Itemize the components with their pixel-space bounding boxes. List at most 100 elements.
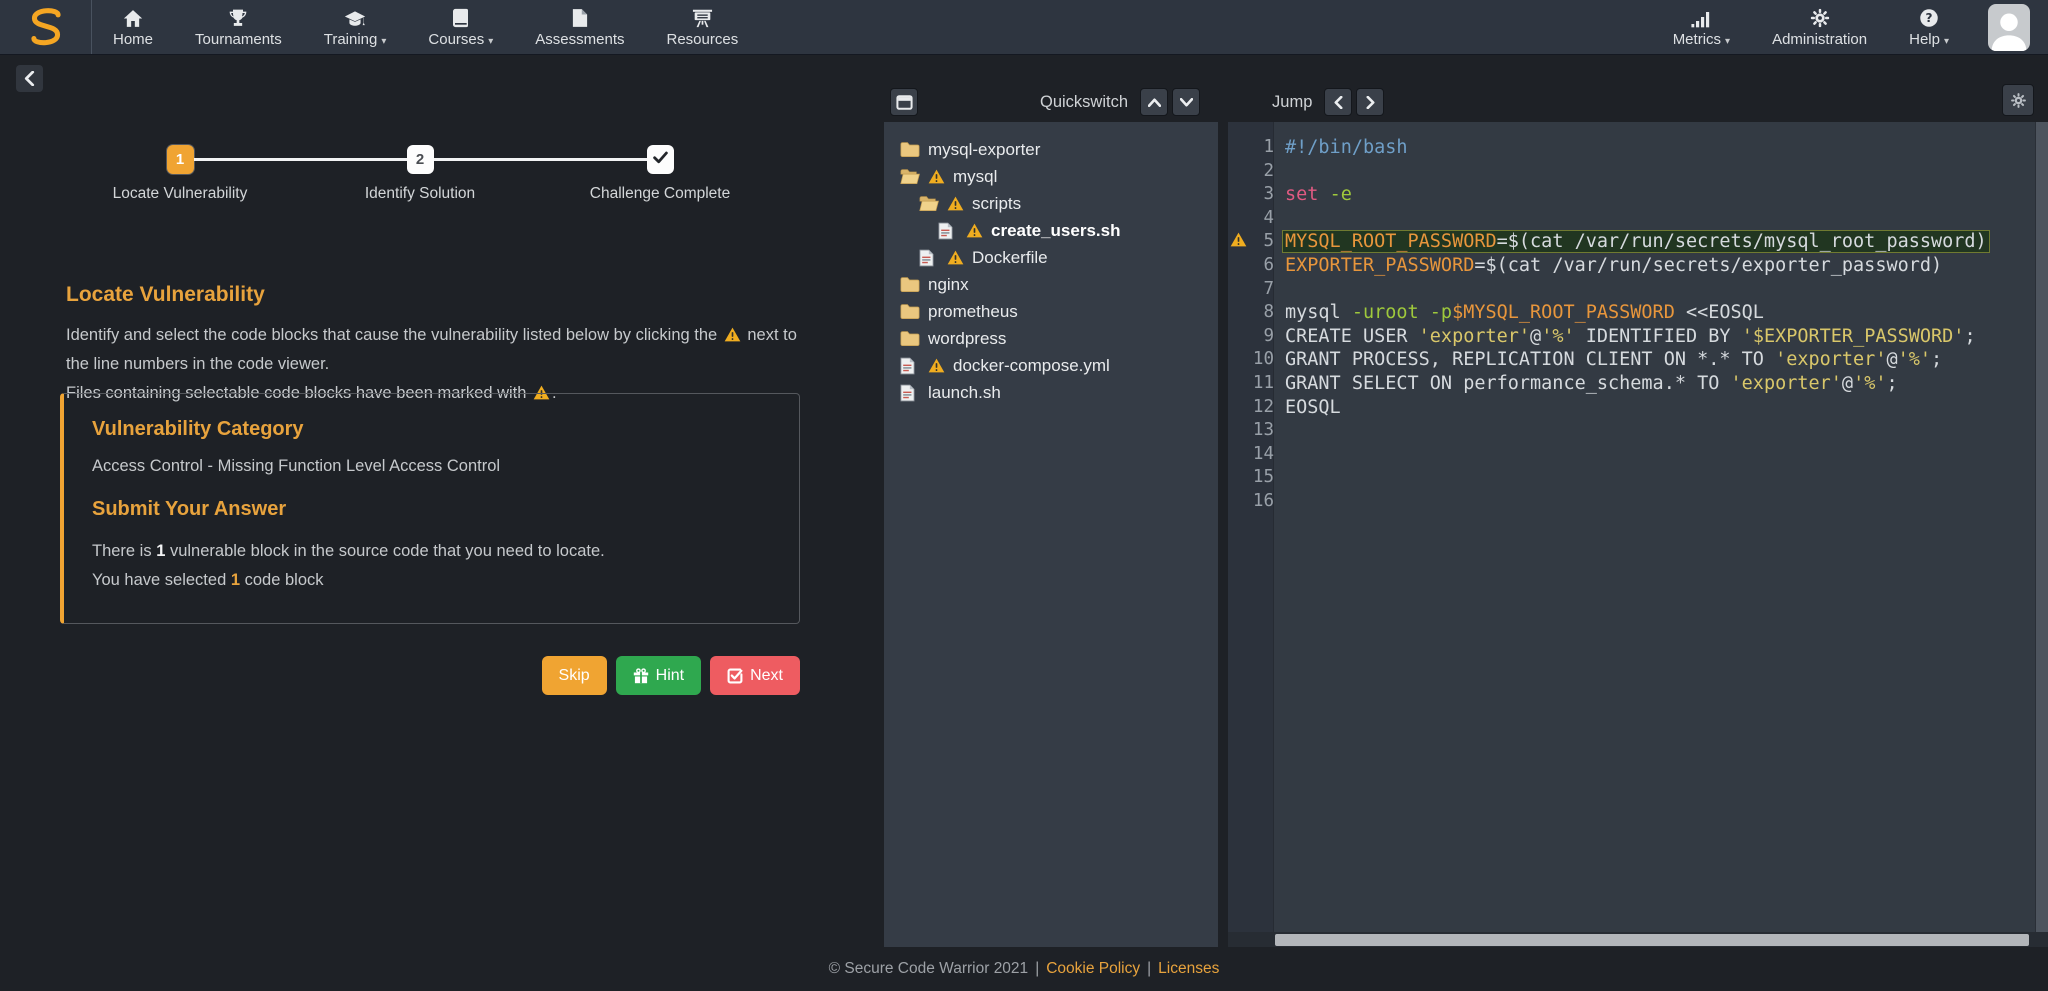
- nav-item-label: Administration: [1772, 31, 1867, 48]
- horizontal-scrollbar[interactable]: [1228, 932, 2048, 947]
- footer-separator: |: [1035, 960, 1039, 978]
- submit-line: There is 1 vulnerable block in the sourc…: [92, 537, 771, 566]
- avatar: [1988, 4, 2030, 51]
- window-icon: [896, 95, 913, 110]
- tree-item-label: launch.sh: [928, 383, 1001, 403]
- warning-icon: [724, 323, 741, 338]
- tree-item-scripts[interactable]: scripts: [900, 190, 1212, 217]
- code-line-13: 13: [1228, 419, 2048, 443]
- step-indicator: 2: [407, 145, 434, 174]
- gear-icon: [1810, 8, 1830, 28]
- step-label: Identify Solution: [365, 185, 475, 203]
- navbar-left-group: Home Tournaments Training▾ Courses▾ Assessme…: [92, 0, 759, 54]
- back-button[interactable]: [16, 65, 43, 92]
- folder-icon: [900, 303, 920, 321]
- line-number: 13: [1249, 419, 1274, 443]
- line-number: 14: [1249, 443, 1274, 467]
- code-line-16: 16: [1228, 490, 2048, 514]
- caret-down-icon: ▾: [381, 36, 386, 47]
- copyright-text: © Secure Code Warrior 2021: [829, 960, 1029, 978]
- hint-button[interactable]: Hint: [616, 656, 701, 695]
- warning-icon: [947, 196, 964, 211]
- line-number: 15: [1249, 466, 1274, 490]
- cookie-policy-link[interactable]: Cookie Policy: [1046, 960, 1140, 978]
- editor-settings-button[interactable]: [2002, 84, 2034, 116]
- nav-item-assessments[interactable]: Assessments: [514, 0, 645, 54]
- jump-label: Jump: [1272, 93, 1312, 112]
- code-workspace: Quickswitch Jump: [884, 55, 2048, 947]
- selectable-block-warning-icon[interactable]: [1230, 230, 1247, 254]
- tree-item-prometheus[interactable]: prometheus: [900, 298, 1212, 325]
- nav-item-label: Courses▾: [428, 31, 493, 48]
- panel-divider: [1218, 122, 1228, 947]
- line-number: 1: [1249, 136, 1274, 160]
- nav-item-label: Tournaments: [195, 31, 282, 48]
- graduation-cap-icon: [344, 8, 366, 28]
- workspace-toolbar: Quickswitch Jump: [884, 55, 2048, 122]
- nav-item-administration[interactable]: Administration: [1751, 0, 1888, 54]
- category-value: Access Control - Missing Function Level …: [92, 457, 771, 476]
- step-label: Locate Vulnerability: [113, 185, 248, 203]
- file-icon: [900, 357, 920, 375]
- nav-item-resources[interactable]: Resources: [646, 0, 760, 54]
- quickswitch-down-button[interactable]: [1172, 88, 1200, 116]
- tree-item-dockerfile[interactable]: Dockerfile: [900, 244, 1212, 271]
- line-number: 8: [1249, 301, 1274, 325]
- vulnerability-category-box: Vulnerability Category Access Control - …: [60, 393, 800, 624]
- skip-button[interactable]: Skip: [542, 656, 607, 695]
- chevron-up-icon: [1148, 98, 1161, 107]
- button-label: Hint: [656, 667, 684, 685]
- line-number: 10: [1249, 348, 1274, 372]
- submit-title: Submit Your Answer: [92, 498, 771, 521]
- tree-item-launch-sh[interactable]: launch.sh: [900, 379, 1212, 406]
- tree-item-label: Dockerfile: [972, 248, 1048, 268]
- scw-logo[interactable]: [0, 0, 92, 54]
- code-line-4: 4: [1228, 207, 2048, 231]
- nav-item-courses[interactable]: Courses▾: [407, 0, 514, 54]
- folder-open-icon: [919, 195, 939, 213]
- tree-item-mysql[interactable]: mysql: [900, 163, 1212, 190]
- gift-icon: [633, 668, 649, 684]
- code-line-9: 9CREATE USER 'exporter'@'%' IDENTIFIED B…: [1228, 325, 2048, 349]
- progress-stepper: 1Locate Vulnerability2Identify SolutionC…: [60, 145, 780, 203]
- nav-item-label: Training▾: [324, 31, 387, 48]
- code-line-12: 12EOSQL: [1228, 396, 2048, 420]
- file-tree: mysql-exportermysqlscriptscreate_users.s…: [884, 122, 1218, 947]
- horizontal-scrollbar-thumb[interactable]: [1275, 934, 2029, 946]
- tree-item-nginx[interactable]: nginx: [900, 271, 1212, 298]
- challenge-pane: 1Locate Vulnerability2Identify SolutionC…: [0, 55, 884, 947]
- warning-icon: [928, 358, 945, 373]
- tree-item-mysql-exporter[interactable]: mysql-exporter: [900, 136, 1212, 163]
- easel-icon: [692, 8, 713, 28]
- button-label: Next: [750, 667, 783, 685]
- submit-status-lines: There is 1 vulnerable block in the sourc…: [92, 537, 771, 595]
- licenses-link[interactable]: Licenses: [1158, 960, 1219, 978]
- line-number: 12: [1249, 396, 1274, 420]
- next-button[interactable]: Next: [710, 656, 800, 695]
- selected-code-block[interactable]: MYSQL_ROOT_PASSWORD=$(cat /var/run/secre…: [1283, 231, 1989, 252]
- maximize-button[interactable]: [890, 88, 918, 116]
- document-icon: [572, 8, 588, 28]
- line-number: 5: [1249, 230, 1274, 254]
- nav-item-tournaments[interactable]: Tournaments: [174, 0, 303, 54]
- line-number: 3: [1249, 183, 1274, 207]
- nav-item-help[interactable]: ?Help▾: [1888, 0, 1970, 54]
- nav-item-metrics[interactable]: Metrics▾: [1652, 0, 1751, 54]
- vertical-scrollbar[interactable]: [2035, 122, 2048, 932]
- user-avatar-button[interactable]: [1970, 0, 2048, 54]
- check-icon: [653, 151, 668, 168]
- code-line-2: 2: [1228, 160, 2048, 184]
- nav-item-training[interactable]: Training▾: [303, 0, 408, 54]
- file-icon: [900, 384, 920, 402]
- tree-item-create-users-sh[interactable]: create_users.sh: [900, 217, 1212, 244]
- tree-item-docker-compose-yml[interactable]: docker-compose.yml: [900, 352, 1212, 379]
- line-number: 2: [1249, 160, 1274, 184]
- nav-item-home[interactable]: Home: [92, 0, 174, 54]
- quickswitch-up-button[interactable]: [1140, 88, 1168, 116]
- tree-item-wordpress[interactable]: wordpress: [900, 325, 1212, 352]
- jump-next-button[interactable]: [1356, 88, 1384, 116]
- check-square-icon: [727, 668, 743, 684]
- folder-open-icon: [900, 168, 920, 186]
- line-number: 4: [1249, 207, 1274, 231]
- jump-prev-button[interactable]: [1324, 88, 1352, 116]
